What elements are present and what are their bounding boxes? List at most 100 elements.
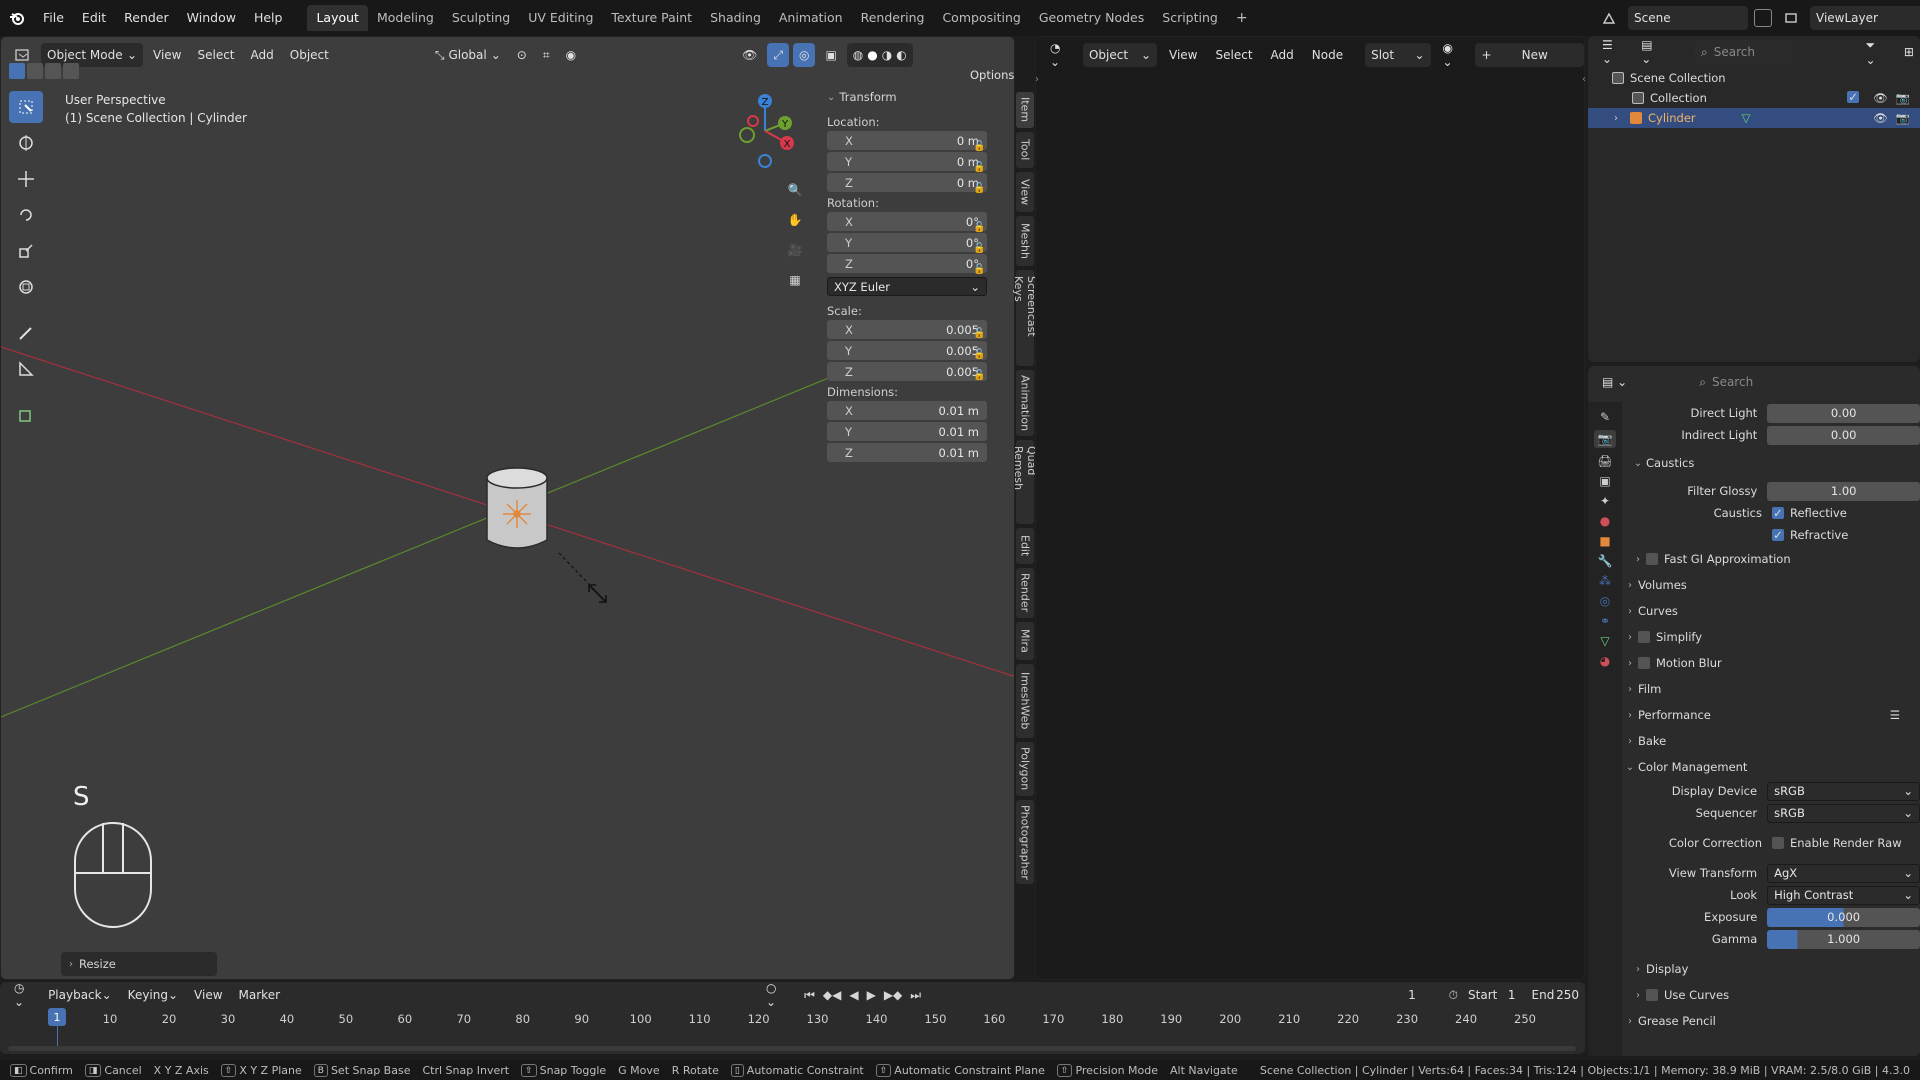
simplify-checkbox[interactable] [1638, 631, 1650, 643]
use-curves-subpanel-header[interactable]: › Use Curves [1622, 982, 1920, 1008]
tool-settings-icon[interactable]: ✎ [1600, 410, 1610, 424]
object-properties-icon[interactable]: ■ [1599, 534, 1610, 548]
curves-panel-header[interactable]: › Curves [1622, 598, 1920, 624]
data-properties-icon[interactable]: ▽ [1600, 634, 1609, 648]
eye-icon[interactable]: 👁 [1873, 91, 1888, 105]
tab-animation[interactable]: Animation [770, 5, 852, 31]
direct-light-field[interactable]: 0.00 [1767, 403, 1920, 423]
transform-tool-icon[interactable] [9, 271, 43, 303]
measure-tool-icon[interactable] [9, 353, 43, 385]
tab-layout[interactable]: Layout [307, 5, 368, 31]
mesh-data-icon[interactable]: ▽ [1742, 111, 1751, 125]
display-device-dropdown[interactable]: sRGB ⌄ [1767, 781, 1920, 801]
lock-icon[interactable]: 🔓 [973, 370, 985, 391]
shader-menu-add[interactable]: Add [1265, 43, 1300, 67]
menu-window[interactable]: Window [178, 0, 245, 36]
bake-panel-header[interactable]: › Bake [1622, 728, 1920, 754]
tab-uv-editing[interactable]: UV Editing [519, 5, 602, 31]
filter-icon[interactable]: ⏷ ⌄ [1860, 38, 1890, 67]
motion-blur-panel-header[interactable]: › Motion Blur [1622, 650, 1920, 676]
3d-viewport[interactable]: Object Mode ⌄ View Select Add Object ⤡ Gl… [0, 36, 1015, 980]
view-transform-dropdown[interactable]: AgX ⌄ [1767, 863, 1920, 883]
cylinder-object[interactable] [484, 464, 550, 554]
viewlayer-icon[interactable] [1778, 6, 1804, 30]
exclude-checkbox[interactable]: ✓ [1847, 90, 1860, 104]
tab-render[interactable]: Render [1016, 568, 1034, 618]
film-panel-header[interactable]: › Film [1622, 676, 1920, 702]
lock-icon[interactable]: 🔓 [973, 162, 985, 183]
scale-z-field[interactable]: Z 0.005 [827, 362, 987, 381]
dimensions-y-field[interactable]: Y 0.01 m [827, 422, 987, 441]
tab-polygon[interactable]: Polygon [1016, 742, 1034, 796]
select-box-tool-icon[interactable] [9, 91, 43, 123]
list-icon[interactable]: ☰ [1890, 708, 1900, 722]
lock-icon[interactable]: 🔓 [973, 349, 985, 370]
camera-icon[interactable]: 📷 [1896, 91, 1910, 105]
move-tool-icon[interactable] [9, 163, 43, 195]
tab-sculpting[interactable]: Sculpting [443, 5, 519, 31]
material-properties-icon[interactable]: ◕ [1600, 654, 1610, 668]
view-layer-icon[interactable]: ▣ [1599, 474, 1610, 488]
location-z-field[interactable]: Z0 m [827, 173, 987, 192]
tab-view[interactable]: View [1016, 172, 1034, 212]
scene-icon[interactable] [1596, 6, 1622, 30]
tab-imeshweb[interactable]: ImeshWeb [1016, 664, 1034, 738]
editor-type-icon[interactable]: ◔ ⌄ [1044, 41, 1077, 69]
viewlayer-field[interactable]: ViewLayer [1810, 6, 1920, 30]
tab-texture-paint[interactable]: Texture Paint [602, 5, 701, 31]
transform-panel-header[interactable]: ⌄ Transform [827, 87, 1009, 107]
location-y-field[interactable]: Y0 m [827, 152, 987, 171]
tab-rendering[interactable]: Rendering [852, 5, 934, 31]
editor-type-icon[interactable]: ▤ ⌄ [1596, 370, 1633, 394]
shader-menu-node[interactable]: Node [1306, 43, 1349, 67]
tab-item[interactable]: Item [1016, 92, 1034, 128]
simplify-panel-header[interactable]: › Simplify [1622, 624, 1920, 650]
shader-type-dropdown[interactable]: Object ⌄ [1082, 43, 1158, 67]
perspective-toggle-icon[interactable]: ▦ [784, 269, 806, 291]
tab-shading[interactable]: Shading [701, 5, 770, 31]
new-material-button[interactable]: + New [1475, 43, 1584, 67]
modifier-properties-icon[interactable]: 🔧 [1598, 554, 1613, 568]
render-properties-icon[interactable]: 📷 [1593, 430, 1617, 448]
annotate-tool-icon[interactable] [9, 317, 43, 349]
tab-photographer[interactable]: Photographer [1016, 800, 1034, 884]
rotation-x-field[interactable]: X 0° [827, 212, 987, 231]
world-properties-icon[interactable]: ● [1600, 514, 1610, 528]
exposure-slider[interactable]: 0.000 [1767, 907, 1920, 927]
outliner-search-input[interactable]: ⌕ Search [1695, 40, 1792, 64]
properties-search-input[interactable]: ⌕ Search [1693, 370, 1814, 394]
display-mode-icon[interactable]: ▤ ⌄ [1635, 38, 1667, 66]
shader-menu-select[interactable]: Select [1210, 43, 1259, 67]
tab-compositing[interactable]: Compositing [933, 5, 1029, 31]
add-workspace-icon[interactable]: + [1227, 5, 1257, 31]
lock-icon[interactable]: 🔓 [973, 264, 985, 328]
zoom-icon[interactable]: 🔍 [784, 179, 806, 201]
fast-gi-checkbox[interactable] [1646, 553, 1658, 565]
rotation-mode-dropdown[interactable]: XYZ Euler ⌄ [827, 277, 987, 296]
tab-screencast-keys[interactable]: Screencast Keys [1012, 270, 1038, 366]
scene-properties-icon[interactable]: ✦ [1600, 494, 1610, 508]
tab-mira[interactable]: Mira [1016, 622, 1034, 660]
lock-icon[interactable]: 🔓 [973, 222, 985, 243]
operator-redo-panel[interactable]: › Resize [61, 952, 217, 976]
expand-arrow-icon[interactable]: › [1035, 74, 1039, 85]
rotation-y-field[interactable]: Y 0° [827, 233, 987, 252]
tab-modeling[interactable]: Modeling [368, 5, 443, 31]
cursor-tool-icon[interactable] [9, 127, 43, 159]
lock-icon[interactable]: 🔓 [973, 183, 985, 222]
refractive-checkbox[interactable]: ✓ [1772, 528, 1784, 542]
motion-blur-checkbox[interactable] [1638, 657, 1650, 669]
filter-glossy-field[interactable]: 1.00 [1767, 481, 1920, 501]
dimensions-z-field[interactable]: Z 0.01 m [827, 443, 987, 462]
tab-geometry-nodes[interactable]: Geometry Nodes [1030, 5, 1153, 31]
timeline[interactable]: ◷ ⌄ Playback ⌄ Keying ⌄ View Marker ○ ⌄ … [0, 981, 1585, 1054]
tab-quad-remesh[interactable]: Quad Remesh [1012, 440, 1038, 524]
lock-icon[interactable]: 🔓 [973, 328, 985, 349]
tab-scripting[interactable]: Scripting [1153, 5, 1227, 31]
use-curves-checkbox[interactable] [1646, 989, 1658, 1001]
pan-hand-icon[interactable]: ✋ [784, 209, 806, 231]
blender-logo-icon[interactable] [0, 0, 34, 36]
outliner-row-scene-collection[interactable]: Scene Collection [1588, 68, 1920, 88]
constraints-properties-icon[interactable]: ⚭ [1600, 614, 1610, 628]
tab-animation[interactable]: Animation [1016, 370, 1034, 436]
